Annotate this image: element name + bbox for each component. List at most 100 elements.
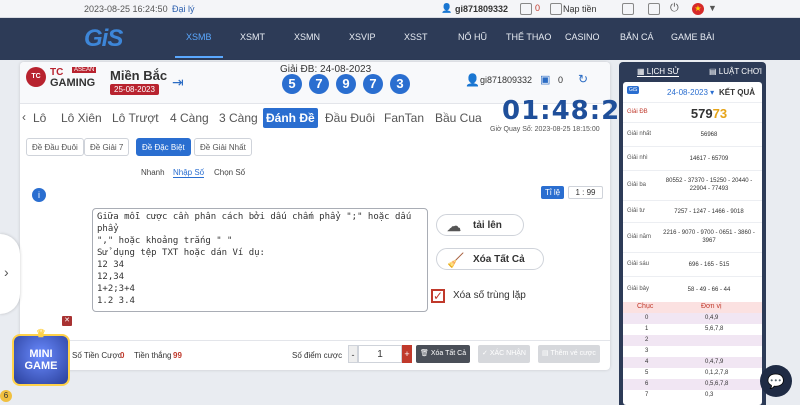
info-icon[interactable]: i (32, 188, 46, 202)
result-row: Giải ba 80552 - 37370 - 15250 - 20440 - … (623, 170, 762, 200)
confirm-label: XÁC NHẬN (489, 350, 526, 357)
result-label: Giải ĐB (627, 109, 648, 115)
subtab-de-dac-biet[interactable]: Đề Đặc Biệt (136, 138, 191, 156)
chevron-down-icon[interactable]: ▼ (708, 3, 717, 15)
main-nav: GiS XSMB XSMT XSMN XSVIP XSST NỔ HŨ THỂ … (0, 18, 800, 60)
chevron-left-icon[interactable]: ‹ (22, 110, 26, 124)
result-row: Giải sáu 696 - 165 - 515 (623, 252, 762, 276)
dedupe-checkbox[interactable]: ✓ (431, 289, 445, 303)
head-tail-row: 4 0,4,7,9 (623, 357, 762, 368)
tab-3-cang[interactable]: 3 Càng (216, 108, 261, 128)
rules-label: LUẬT CHƠI (718, 67, 762, 76)
deposit-link[interactable]: Nạp tiền (563, 4, 597, 14)
chat-icon[interactable]: 💬 (760, 365, 792, 397)
cloud-upload-icon: ☁ (447, 218, 461, 234)
history-label: LỊCH SỬ (646, 67, 680, 76)
wallet-balance: 0 (535, 3, 541, 13)
results-date-select[interactable]: 24-08-2023 ▾ (667, 88, 714, 97)
result-row: Giải bảy 58 - 49 - 66 - 44 (623, 276, 762, 302)
tab-rules[interactable]: ▤ LUẬT CHƠI (709, 67, 762, 76)
tab-lo-xien[interactable]: Lô Xiên (58, 108, 105, 128)
confirm-button[interactable]: ✓ XÁC NHẬN (478, 345, 530, 363)
tab-lo-truot[interactable]: Lô Trượt (109, 108, 162, 128)
nav-game-bai[interactable]: GAME BÀI (671, 32, 715, 42)
points-increment-button[interactable]: + (402, 345, 412, 363)
tab-lo[interactable]: Lô (30, 108, 49, 128)
upload-button[interactable]: ☁ tải lên (436, 214, 524, 236)
tc-gaming-logo-icon: TC (26, 67, 46, 87)
bet-amount-value: 0 (120, 351, 125, 360)
subtab-de-dau-duoi[interactable]: Đề Đầu Đuôi (26, 138, 84, 156)
add-ticket-label: Thêm vé cược (550, 350, 596, 357)
mode-nhanh[interactable]: Nhanh (141, 168, 165, 177)
tab-fantan[interactable]: FanTan (381, 108, 427, 128)
tab-danh-de[interactable]: Đánh Đề (263, 108, 318, 128)
head-tail-row: 0 0,4,9 (623, 313, 762, 324)
results-title: KẾT QUẢ (719, 88, 755, 97)
special-prize-value: 57973 (690, 106, 728, 121)
brand-asean: ASEAN (72, 67, 97, 73)
head-tail-row: 5 0,1,2,7,8 (645, 370, 729, 376)
win-label: Tiền thắng (134, 351, 172, 360)
close-icon[interactable]: ✕ (62, 316, 72, 326)
results-date: 24-08-2023 (667, 88, 708, 97)
head-tail-row: 7 0,3 (645, 392, 714, 398)
clear-all-label: Xóa Tất Cả (473, 254, 525, 265)
coin-badge: 6 (0, 390, 12, 402)
add-ticket-button[interactable]: ▤ Thêm vé cược (538, 345, 600, 363)
results-table: GiS 24-08-2023 ▾ KẾT QUẢ Giải ĐB 57973 G… (623, 82, 762, 405)
points-input[interactable]: 1 (358, 345, 402, 363)
nav-xsmt[interactable]: XSMT (240, 32, 265, 42)
clear-all-button[interactable]: 🧹 Xóa Tất Cả (436, 248, 544, 270)
bet-numbers-textarea[interactable]: Giữa mỗi cược cần phân cách bởi dấu chấm… (92, 208, 428, 312)
nav-the-thao[interactable]: THỂ THAO (506, 32, 551, 42)
tab-4-cang[interactable]: 4 Càng (167, 108, 212, 128)
footer-clear-button[interactable]: 🗑 Xóa Tất Cả (416, 345, 471, 363)
tab-bau-cua[interactable]: Bầu Cua (432, 108, 485, 128)
ratio-value: 1 : 99 (568, 186, 603, 199)
head-tail-row: 1 5,6,7,8 (645, 326, 724, 332)
side-drawer-handle[interactable]: › (0, 234, 20, 314)
exit-icon[interactable]: ⇥ (172, 74, 184, 91)
mini-game-button[interactable]: ♛ MINI GAME (12, 328, 70, 386)
subtab-de-giai-7[interactable]: Đề Giải 7 (84, 138, 130, 156)
mode-nhap-so[interactable]: Nhập Số (173, 168, 205, 178)
nav-casino[interactable]: CASINO (565, 32, 600, 42)
points-decrement-button[interactable]: - (348, 345, 358, 363)
region-date: 25-08-2023 (110, 84, 159, 95)
head-tail-header: Chục Đơn vị (623, 302, 762, 313)
nav-no-hu[interactable]: NỔ HŨ (458, 32, 487, 42)
refresh-icon[interactable]: ↻ (578, 72, 588, 86)
site-logo[interactable]: GiS (84, 25, 128, 53)
nav-xsvip[interactable]: XSVIP (349, 32, 376, 42)
nav-xsst[interactable]: XSST (404, 32, 428, 42)
tab-dau-duoi[interactable]: Đầu Đuôi (322, 108, 378, 128)
chevron-right-icon: › (4, 264, 9, 280)
nav-xsmb[interactable]: XSMB (186, 32, 212, 42)
nav-active-indicator (175, 56, 223, 58)
result-ball: 7 (309, 74, 329, 94)
bet-amount-label: Số Tiền Cược (72, 351, 122, 360)
results-sidebar: ▦ LỊCH SỬ ▤ LUẬT CHƠI GiS 24-08-2023 ▾ K… (619, 62, 766, 405)
crown-icon: ♛ (36, 328, 46, 340)
agent-link[interactable]: Đại lý (172, 4, 195, 14)
brand-gaming: GAMING (50, 77, 96, 89)
subtab-de-giai-nhat[interactable]: Đề Giải Nhất (194, 138, 252, 156)
points-label: Số điểm cược (292, 351, 343, 360)
tab-history[interactable]: ▦ LỊCH SỬ (637, 67, 680, 77)
ratio-label: Tỉ lệ (541, 186, 565, 199)
nav-xsmn[interactable]: XSMN (294, 32, 320, 42)
gift-icon[interactable] (622, 3, 634, 15)
nav-ban-ca[interactable]: BẮN CÁ (620, 32, 654, 42)
mode-chon-so[interactable]: Chọn Số (214, 168, 245, 177)
result-row-special: Giải ĐB 57973 (623, 102, 762, 122)
vietnam-flag-icon[interactable]: ★ (692, 3, 704, 15)
bet-type-tabs: ‹ Lô Lô Xiên Lô Trượt 4 Càng 3 Càng Đánh… (20, 106, 490, 130)
result-row: Giải nhì 14617 - 65709 (623, 146, 762, 170)
current-datetime: 2023-08-25 16:24:50 (84, 4, 168, 14)
deposit-icon (550, 3, 562, 15)
mail-icon[interactable] (648, 3, 660, 15)
power-icon[interactable]: ⏻ (670, 2, 679, 14)
broom-icon: 🧹 (447, 252, 465, 268)
result-ball: 3 (390, 74, 410, 94)
